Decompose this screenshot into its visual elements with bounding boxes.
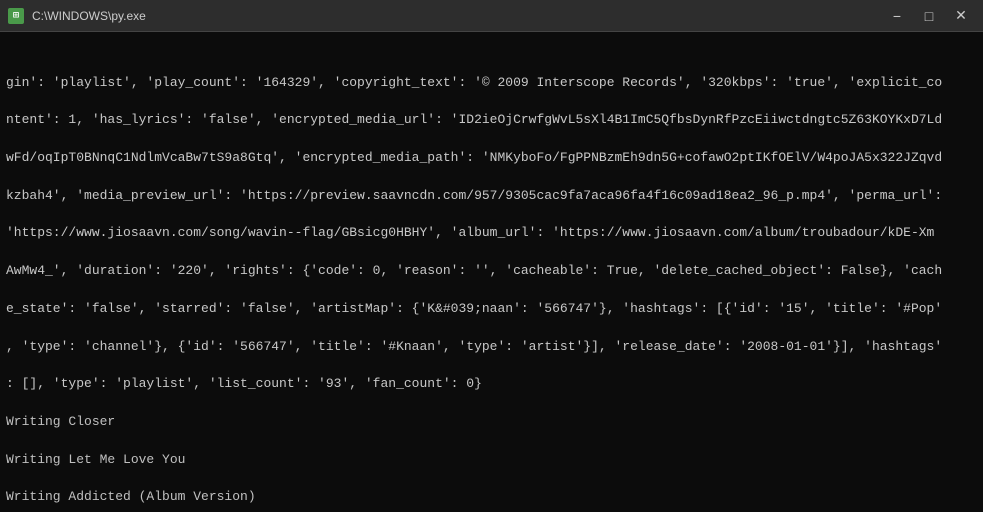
app-icon: ⊞	[8, 8, 24, 24]
console-line: 'https://www.jiosaavn.com/song/wavin--fl…	[6, 224, 977, 243]
console-line: AwMw4_', 'duration': '220', 'rights': {'…	[6, 262, 977, 281]
console-line: kzbah4', 'media_preview_url': 'https://p…	[6, 187, 977, 206]
title-bar-left: ⊞ C:\WINDOWS\py.exe	[8, 8, 146, 24]
console-line: wFd/oqIpT0BNnqC1NdlmVcaBw7tS9a8Gtq', 'en…	[6, 149, 977, 168]
console-line: gin': 'playlist', 'play_count': '164329'…	[6, 74, 977, 93]
close-button[interactable]: ✕	[947, 5, 975, 27]
console-line: Writing Let Me Love You	[6, 451, 977, 470]
window: ⊞ C:\WINDOWS\py.exe − □ ✕ gin': 'playlis…	[0, 0, 983, 512]
console-line: : [], 'type': 'playlist', 'list_count': …	[6, 375, 977, 394]
console-line: e_state': 'false', 'starred': 'false', '…	[6, 300, 977, 319]
minimize-button[interactable]: −	[883, 5, 911, 27]
console-line: Writing Addicted (Album Version)	[6, 488, 977, 507]
console-line: , 'type': 'channel'}, {'id': '566747', '…	[6, 338, 977, 357]
console-line: ntent': 1, 'has_lyrics': 'false', 'encry…	[6, 111, 977, 130]
title-bar: ⊞ C:\WINDOWS\py.exe − □ ✕	[0, 0, 983, 32]
console-line: Writing Closer	[6, 413, 977, 432]
window-controls: − □ ✕	[883, 5, 975, 27]
window-title: C:\WINDOWS\py.exe	[32, 9, 146, 23]
maximize-button[interactable]: □	[915, 5, 943, 27]
console-output[interactable]: gin': 'playlist', 'play_count': '164329'…	[0, 32, 983, 512]
